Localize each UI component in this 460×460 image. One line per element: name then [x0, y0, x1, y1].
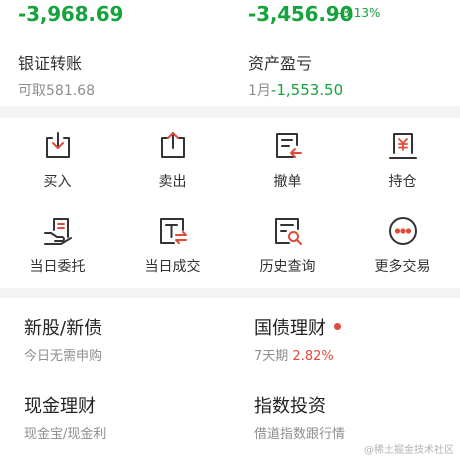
asset-profit-loss-label: 资产盈亏 — [248, 54, 313, 73]
index-subtitle: 借道指数跟行情 — [254, 427, 346, 442]
treasury-rate: 2.82% — [292, 349, 334, 364]
treasury-finance-entry[interactable]: 国债理财 7天期 2.82% — [254, 314, 454, 368]
holdings-button[interactable]: 持仓 — [345, 118, 460, 203]
treasury-title: 国债理财 — [254, 314, 454, 340]
asset-profit-loss-entry[interactable]: 资产盈亏 1月-1,553.50 — [248, 50, 448, 99]
ipo-subscription-entry[interactable]: 新股/新债 今日无需申购 — [24, 314, 224, 368]
total-profit-loss-value: -3,968.69 — [18, 2, 124, 26]
index-title: 指数投资 — [254, 396, 326, 417]
treasury-subtitle: 7天期 2.82% — [254, 349, 334, 364]
today-trades-icon — [156, 214, 190, 248]
index-investment-entry[interactable]: 指数投资 借道指数跟行情 — [254, 392, 454, 446]
history-search-button[interactable]: 历史查询 — [230, 203, 345, 288]
today-trades-button[interactable]: 当日成交 — [115, 203, 230, 288]
history-search-icon — [271, 214, 305, 248]
ipo-title: 新股/新债 — [24, 318, 103, 339]
bank-transfer-label: 银证转账 — [18, 54, 83, 73]
daily-profit-loss-percent: -3.13% — [338, 6, 381, 20]
withdrawable-amount: 可取581.68 — [18, 83, 95, 99]
sell-icon — [156, 129, 190, 163]
sell-button[interactable]: 卖出 — [115, 118, 230, 203]
more-icon — [386, 214, 420, 248]
cancel-order-button[interactable]: 撤单 — [230, 118, 345, 203]
holdings-icon — [386, 129, 420, 163]
cash-title: 现金理财 — [24, 396, 96, 417]
buy-button[interactable]: 买入 — [0, 118, 115, 203]
ipo-subtitle: 今日无需申购 — [24, 349, 103, 364]
account-summary: -3,968.69 -3,456.90 -3.13% 银证转账 可取581.68… — [0, 0, 460, 106]
trade-actions-grid: 买入 卖出 撤单 持仓 当日委托 当日成交 历史查询 更多交易 — [0, 118, 460, 288]
today-orders-icon — [41, 214, 75, 248]
notification-dot — [334, 322, 341, 330]
cash-finance-entry[interactable]: 现金理财 现金宝/现金利 — [24, 392, 224, 446]
more-trades-button[interactable]: 更多交易 — [345, 203, 460, 288]
wealth-services: 新股/新债 今日无需申购 国债理财 7天期 2.82% 现金理财 现金宝/现金利… — [0, 298, 460, 460]
watermark: @稀土掘金技术社区 — [364, 445, 454, 456]
monthly-profit-loss: 1月-1,553.50 — [248, 81, 344, 99]
cancel-order-icon — [271, 129, 305, 163]
bank-transfer-entry[interactable]: 银证转账 可取581.68 — [18, 50, 218, 99]
today-orders-button[interactable]: 当日委托 — [0, 203, 115, 288]
cash-subtitle: 现金宝/现金利 — [24, 427, 107, 442]
buy-icon — [41, 129, 75, 163]
